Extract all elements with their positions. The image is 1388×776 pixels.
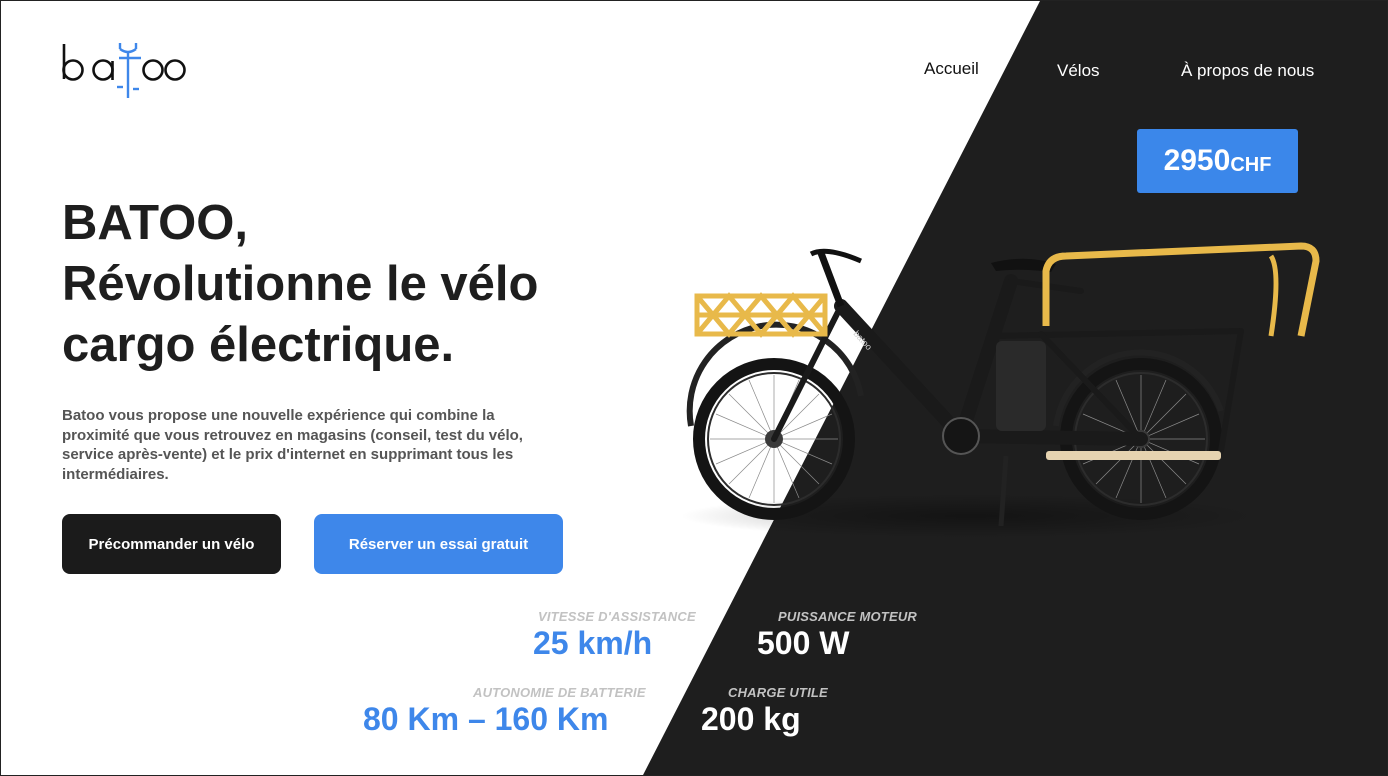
spec-speed-label: VITESSE D'ASSISTANCE <box>538 609 696 624</box>
nav-bikes-link[interactable]: Vélos <box>1057 61 1100 81</box>
headline-line-3: cargo électrique. <box>62 318 455 372</box>
headline-line-1: BATOO, <box>62 196 249 250</box>
nav-home-link[interactable]: Accueil <box>924 59 979 79</box>
free-trial-button[interactable]: Réserver un essai gratuit <box>314 514 563 574</box>
nav-about-link[interactable]: À propos de nous <box>1181 61 1314 81</box>
price-currency: CHF <box>1230 153 1272 176</box>
spec-power-label: PUISSANCE MOTEUR <box>778 609 917 624</box>
batoo-logo[interactable] <box>59 37 189 101</box>
spec-range-label: AUTONOMIE DE BATTERIE <box>473 685 646 700</box>
spec-range-value: 80 Km – 160 Km <box>363 701 609 737</box>
hero-description: Batoo vous propose une nouvelle expérien… <box>62 407 523 483</box>
spec-power-value: 500 W <box>757 625 850 661</box>
landing-page: Accueil Vélos À propos de nous 2950 CHF … <box>0 0 1388 776</box>
cargo-bike-image: batoo <box>681 242 1320 538</box>
spec-load-label: CHARGE UTILE <box>728 685 828 700</box>
spec-load-value: 200 kg <box>701 701 801 737</box>
spec-speed-value: 25 km/h <box>533 625 653 661</box>
headline-line-2: Révolutionne le vélo <box>62 257 539 311</box>
hero-headline: BATOO, Révolutionne le vélo cargo électr… <box>62 193 622 376</box>
price-amount: 2950 <box>1163 144 1231 177</box>
preorder-button[interactable]: Précommander un vélo <box>62 514 281 574</box>
price-badge: 2950 CHF <box>1137 129 1298 193</box>
